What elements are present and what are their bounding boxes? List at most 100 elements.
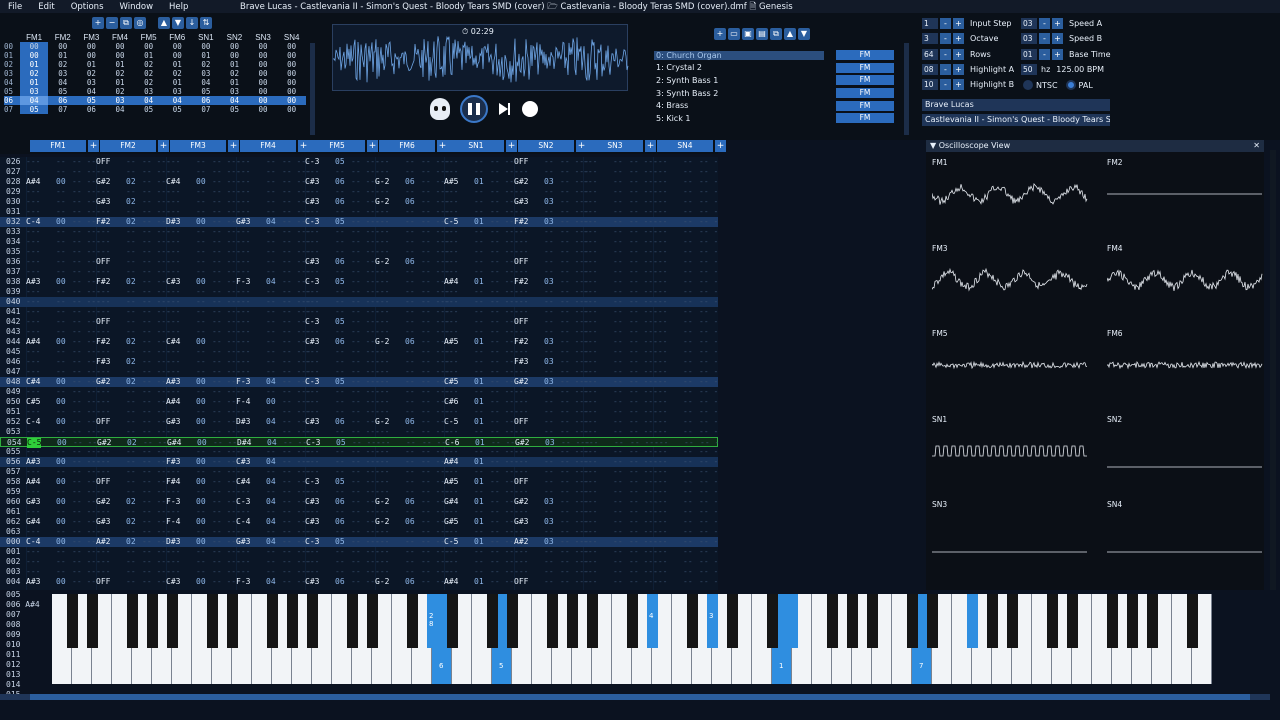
note-cell[interactable]: --- (514, 167, 528, 177)
instrument-cell[interactable]: -- (683, 347, 693, 357)
instrument-cell[interactable]: 06 (405, 497, 415, 507)
note-cell[interactable]: G-2 (375, 197, 389, 207)
note-cell[interactable]: C-3 (305, 157, 319, 167)
instrument-cell[interactable]: -- (683, 317, 693, 327)
instrument-cell[interactable]: -- (196, 427, 206, 437)
note-cell[interactable]: --- (96, 457, 110, 467)
instrument-cell[interactable]: -- (266, 247, 276, 257)
decrease-button[interactable]: - (940, 64, 951, 75)
order-cell[interactable]: 02 (77, 69, 106, 78)
note-cell[interactable]: C-5 (444, 537, 458, 547)
instrument-cell[interactable]: -- (405, 327, 415, 337)
instrument-cell[interactable]: -- (126, 207, 136, 217)
note-cell[interactable]: --- (653, 277, 667, 287)
order-cell[interactable]: 00 (277, 87, 306, 96)
note-cell[interactable]: --- (96, 347, 110, 357)
instrument-cell[interactable]: -- (266, 327, 276, 337)
note-cell[interactable]: --- (96, 367, 110, 377)
order-mode-icon[interactable]: ↓ (186, 17, 198, 29)
piano-black-key[interactable] (1106, 594, 1118, 648)
instrument-cell[interactable]: 00 (56, 417, 66, 427)
instrument-cell[interactable]: 06 (405, 177, 415, 187)
note-cell[interactable]: OFF (514, 477, 528, 487)
piano-black-key[interactable] (766, 594, 778, 648)
instrument-cell[interactable]: 02 (126, 277, 136, 287)
note-cell[interactable]: --- (514, 227, 528, 237)
instrument-cell[interactable]: -- (56, 237, 66, 247)
note-cell[interactable]: --- (236, 247, 250, 257)
instrument-cell[interactable]: -- (544, 267, 554, 277)
instrument-cell[interactable]: -- (683, 487, 693, 497)
order-row[interactable]: 02 01 02 01 01 02 01 02 01 00 00 (4, 60, 306, 69)
note-cell[interactable]: G-2 (375, 337, 389, 347)
note-cell[interactable]: --- (514, 397, 528, 407)
note-cell[interactable]: --- (375, 227, 389, 237)
pattern-row[interactable]: 054 C-5 00 -- --- G#2 02 -- --- G#4 00 -- --- D#4 0… (0, 437, 718, 448)
instrument-cell[interactable]: 00 (196, 277, 206, 287)
horizontal-scrollbar-thumb[interactable] (30, 694, 1250, 700)
note-cell[interactable]: --- (653, 327, 667, 337)
note-cell[interactable]: D#3 (236, 417, 250, 427)
instrument-cell[interactable]: 03 (544, 537, 554, 547)
decrease-button[interactable]: - (1039, 18, 1050, 29)
order-cell[interactable]: 02 (19, 69, 49, 78)
instrument-cell[interactable]: -- (335, 457, 345, 467)
instrument-cell[interactable]: -- (126, 567, 136, 577)
pattern-row[interactable]: 035 --- -- -- --- --- -- -- --- --- -- -- --- --- -… (0, 247, 718, 257)
instrument-cell[interactable]: -- (56, 387, 66, 397)
note-cell[interactable]: --- (236, 567, 250, 577)
instrument-cell[interactable]: 02 (126, 337, 136, 347)
note-cell[interactable]: --- (166, 407, 180, 417)
note-cell[interactable]: --- (166, 227, 180, 237)
note-cell[interactable]: --- (653, 247, 667, 257)
note-cell[interactable]: --- (166, 567, 180, 577)
note-cell[interactable]: --- (653, 417, 667, 427)
order-cell[interactable]: 05 (134, 105, 163, 114)
pattern-row[interactable]: 000 C-4 00 -- --- A#2 02 -- --- D#3 00 -- --- G#3 0… (0, 537, 718, 547)
piano-black-key[interactable] (826, 594, 838, 648)
decrease-button[interactable]: - (940, 49, 951, 60)
note-cell[interactable]: F-4 (236, 397, 250, 407)
instrument-cell[interactable]: -- (683, 567, 693, 577)
note-cell[interactable]: F#2 (514, 277, 528, 287)
note-cell[interactable]: --- (514, 267, 528, 277)
instrument-cell[interactable]: -- (544, 417, 554, 427)
add-effect-column-button[interactable]: + (228, 140, 239, 152)
instrument-cell[interactable]: 00 (196, 517, 206, 527)
instrument-cell[interactable]: 06 (335, 497, 345, 507)
note-cell[interactable]: --- (236, 527, 250, 537)
note-cell[interactable]: --- (26, 227, 40, 237)
channel-name-button[interactable]: FM5 (309, 140, 365, 152)
instrument-cell[interactable]: -- (196, 287, 206, 297)
order-row[interactable]: 00 00 00 00 00 00 00 00 00 00 00 (4, 42, 306, 51)
note-cell[interactable]: --- (26, 357, 40, 367)
instrument-cell[interactable]: -- (613, 207, 623, 217)
note-cell[interactable]: --- (444, 307, 458, 317)
piano-black-key[interactable] (286, 594, 298, 648)
instrument-cell[interactable]: -- (683, 377, 693, 387)
note-cell[interactable]: --- (236, 447, 250, 457)
note-cell[interactable]: --- (236, 267, 250, 277)
instrument-cell[interactable]: 04 (266, 457, 276, 467)
instrument-cell[interactable]: -- (474, 307, 484, 317)
increase-button[interactable]: + (953, 18, 964, 29)
order-cell[interactable]: 00 (163, 42, 192, 51)
note-cell[interactable]: --- (583, 217, 597, 227)
note-cell[interactable]: --- (166, 287, 180, 297)
pattern-row[interactable]: 058 A#4 00 -- --- OFF -- -- --- F#4 00 -- --- C#4 0… (0, 477, 718, 487)
instrument-cell[interactable]: -- (266, 447, 276, 457)
order-cell[interactable]: 04 (134, 96, 163, 105)
note-cell[interactable]: --- (26, 307, 40, 317)
note-cell[interactable]: --- (583, 287, 597, 297)
note-cell[interactable]: --- (166, 317, 180, 327)
note-cell[interactable]: --- (514, 327, 528, 337)
order-cell[interactable]: 04 (220, 96, 249, 105)
note-cell[interactable]: C#3 (305, 577, 319, 587)
order-cell[interactable]: 07 (48, 105, 77, 114)
instrument-cell[interactable]: 06 (335, 337, 345, 347)
instrument-cell[interactable]: 06 (335, 417, 345, 427)
instrument-cell[interactable]: -- (196, 257, 206, 267)
instrument-cell[interactable]: -- (544, 247, 554, 257)
note-cell[interactable]: C#4 (166, 177, 180, 187)
menu-edit[interactable]: Edit (30, 2, 62, 12)
